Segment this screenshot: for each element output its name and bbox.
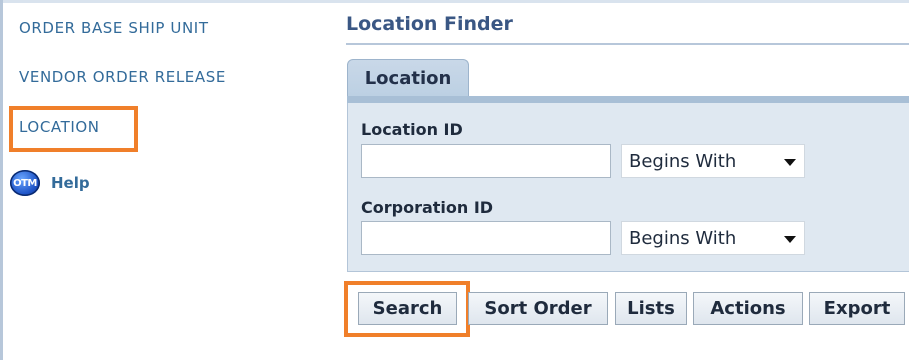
location-highlight-box bbox=[9, 106, 138, 152]
help-link[interactable]: OTM Help bbox=[10, 170, 90, 196]
tab-strip bbox=[347, 96, 909, 103]
location-id-operator-select[interactable]: Begins With bbox=[621, 144, 805, 178]
location-id-input[interactable] bbox=[361, 144, 611, 178]
page-title: Location Finder bbox=[346, 13, 513, 35]
corporation-id-input[interactable] bbox=[361, 221, 611, 255]
export-button[interactable]: Export bbox=[809, 292, 905, 325]
sidebar-item-order-base-ship-unit[interactable]: ORDER BASE SHIP UNIT bbox=[19, 19, 209, 37]
sidebar-item-vendor-order-release[interactable]: VENDOR ORDER RELEASE bbox=[19, 68, 226, 86]
corporation-id-label: Corporation ID bbox=[361, 198, 494, 217]
help-label: Help bbox=[51, 174, 90, 192]
chevron-down-icon bbox=[784, 236, 796, 243]
corporation-id-operator-value: Begins With bbox=[629, 227, 737, 249]
tab-location-label: Location bbox=[364, 67, 452, 89]
window-left-border bbox=[0, 0, 3, 360]
window-top-border bbox=[0, 0, 909, 3]
otm-help-icon: OTM bbox=[10, 170, 40, 196]
location-id-operator-value: Begins With bbox=[629, 150, 737, 172]
search-button[interactable]: Search bbox=[358, 292, 457, 325]
location-id-label: Location ID bbox=[361, 120, 463, 139]
title-divider bbox=[346, 43, 909, 45]
corporation-id-operator-select[interactable]: Begins With bbox=[621, 221, 805, 255]
actions-button[interactable]: Actions bbox=[693, 292, 803, 325]
sort-order-button[interactable]: Sort Order bbox=[468, 292, 608, 325]
lists-button[interactable]: Lists bbox=[615, 292, 687, 325]
chevron-down-icon bbox=[784, 159, 796, 166]
tab-location[interactable]: Location bbox=[347, 59, 469, 96]
